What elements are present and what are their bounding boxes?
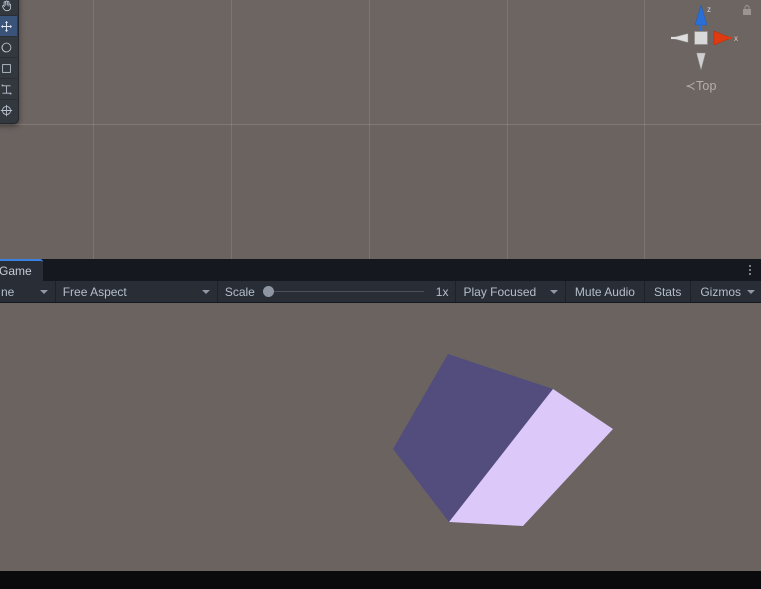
scene-orientation-gizmo[interactable]: z x ≺Top bbox=[649, 0, 753, 104]
gizmo-axes[interactable]: z x bbox=[649, 0, 753, 80]
gizmos-dropdown-button[interactable] bbox=[747, 281, 761, 302]
display-dropdown[interactable]: ne bbox=[0, 281, 56, 302]
scene-grid-line-vertical bbox=[231, 0, 232, 259]
gizmo-view-label[interactable]: ≺Top bbox=[649, 78, 753, 93]
scale-slider-knob[interactable] bbox=[262, 286, 274, 297]
play-mode-dropdown[interactable]: Play Focused bbox=[456, 281, 566, 302]
stats-label: Stats bbox=[653, 284, 682, 299]
scene-grid-line-horizontal bbox=[0, 124, 761, 125]
chevron-down-icon bbox=[549, 289, 558, 294]
transform-icon bbox=[0, 104, 13, 117]
gizmo-center-handle bbox=[694, 31, 708, 45]
scale-icon bbox=[0, 62, 13, 75]
tab-game-label: Game bbox=[0, 264, 32, 278]
perspective-lock-icon[interactable] bbox=[741, 4, 753, 16]
gizmo-axis-z bbox=[694, 4, 708, 26]
scale-slider-track bbox=[268, 291, 424, 292]
display-dropdown-value: ne bbox=[1, 284, 15, 299]
scene-tools-overlay[interactable] bbox=[0, 0, 19, 124]
stats-button[interactable]: Stats bbox=[645, 281, 692, 302]
hand-icon bbox=[0, 0, 13, 12]
chevron-down-icon bbox=[747, 289, 755, 294]
aspect-ratio-value: Free Aspect bbox=[62, 284, 127, 299]
hand-tool-button[interactable] bbox=[0, 0, 17, 16]
panel-overflow-menu-button[interactable] bbox=[743, 262, 757, 278]
scene-grid-line-vertical bbox=[93, 0, 94, 259]
scene-view[interactable]: z x ≺Top bbox=[0, 0, 761, 259]
scene-upper-band bbox=[0, 0, 761, 124]
scene-grid-line-vertical bbox=[507, 0, 508, 259]
scale-slider[interactable] bbox=[262, 281, 428, 302]
rect-transform-tool-button[interactable] bbox=[0, 79, 17, 100]
game-view-panel: Game ne Free Aspect Scale 1x Play Focuse… bbox=[0, 259, 761, 589]
scale-label: Scale bbox=[224, 284, 255, 299]
game-render-canvas bbox=[393, 354, 613, 526]
chevron-down-icon bbox=[39, 289, 48, 294]
game-view-toolbar: ne Free Aspect Scale 1x Play Focused Mut… bbox=[0, 281, 761, 303]
play-mode-value: Play Focused bbox=[463, 284, 537, 299]
rotate-icon bbox=[0, 41, 13, 54]
unity-editor-window: z x ≺Top Game ne Free Aspect Scale 1x Pl… bbox=[0, 0, 761, 589]
gizmo-view-name: Top bbox=[695, 79, 717, 93]
game-render-area[interactable] bbox=[0, 303, 761, 588]
gizmos-label: Gizmos bbox=[700, 284, 741, 299]
gizmo-projection-glyph: ≺ bbox=[685, 79, 696, 93]
scale-value: 1x bbox=[435, 284, 449, 299]
move-tool-button[interactable] bbox=[0, 16, 17, 37]
aspect-ratio-dropdown[interactable]: Free Aspect bbox=[56, 281, 218, 302]
scene-grid-line-vertical bbox=[644, 0, 645, 259]
transform-tool-button[interactable] bbox=[0, 100, 17, 120]
mute-audio-button[interactable]: Mute Audio bbox=[566, 281, 645, 302]
rect-transform-icon bbox=[0, 83, 13, 96]
rotate-tool-button[interactable] bbox=[0, 37, 17, 58]
tab-game[interactable]: Game bbox=[0, 259, 43, 281]
chevron-down-icon bbox=[201, 289, 210, 294]
mute-audio-label: Mute Audio bbox=[574, 284, 635, 299]
scene-grid-line-vertical bbox=[369, 0, 370, 259]
gizmo-axis-neg-z bbox=[696, 52, 706, 71]
gizmo-label-z: z bbox=[707, 5, 711, 14]
scale-tool-button[interactable] bbox=[0, 58, 17, 79]
move-arrows-icon bbox=[0, 20, 13, 33]
scale-slider-group[interactable]: Scale 1x bbox=[218, 281, 457, 302]
gizmo-label-x: x bbox=[734, 34, 738, 43]
game-panel-tab-strip: Game bbox=[0, 259, 761, 281]
gizmos-button[interactable]: Gizmos bbox=[691, 281, 747, 302]
bottom-status-bar bbox=[0, 571, 761, 589]
